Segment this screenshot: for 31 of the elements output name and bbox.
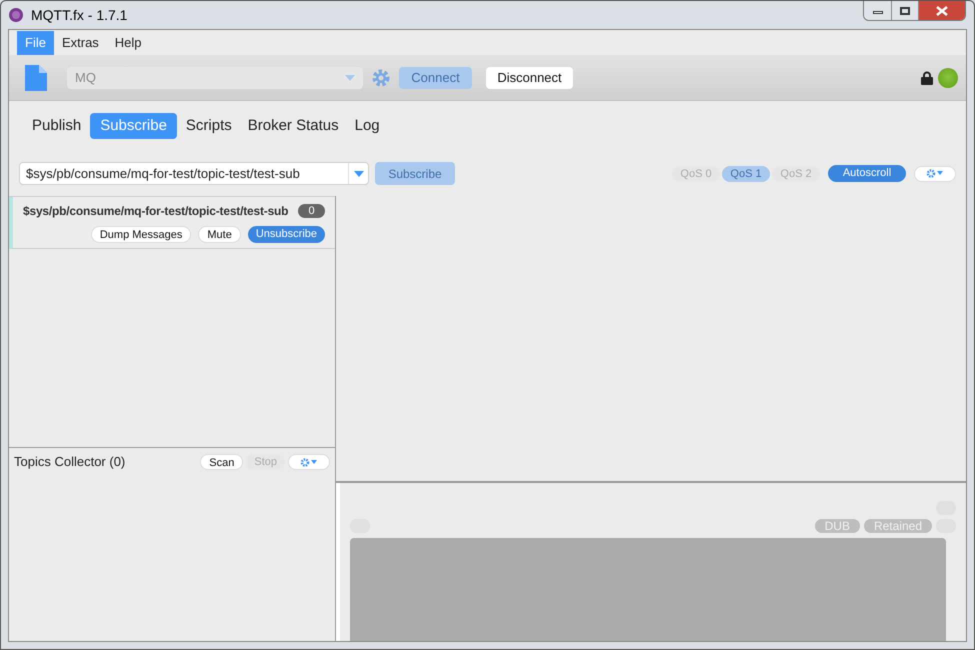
gear-dropdown-icon xyxy=(926,169,944,178)
close-icon xyxy=(936,6,948,16)
tab[interactable]: Publish xyxy=(25,113,88,139)
subscription-item[interactable]: $sys/pb/consume/mq-for-test/topic-test/test-sub 0 Dump Messages Mute Unsubscribe xyxy=(9,197,335,249)
options-menu-button[interactable] xyxy=(288,454,330,470)
dropdown-arrow-icon xyxy=(345,74,355,80)
tab[interactable]: Log xyxy=(348,113,387,139)
disconnect-button[interactable]: Disconnect xyxy=(486,66,573,88)
menu-item[interactable]: Extras xyxy=(54,30,107,54)
subscription-action-button[interactable]: Unsubscribe xyxy=(248,226,325,243)
settings-icon[interactable] xyxy=(371,68,391,88)
minimize-button[interactable] xyxy=(864,1,892,20)
gear-dropdown-icon xyxy=(300,458,318,466)
maximize-button[interactable] xyxy=(892,1,919,20)
message-count-badge: 0 xyxy=(298,204,325,218)
collector-button[interactable]: Scan xyxy=(200,454,244,470)
close-button[interactable] xyxy=(919,1,965,20)
menu-item[interactable]: Help xyxy=(106,30,150,54)
file-icon[interactable] xyxy=(25,64,47,90)
dropdown-arrow-icon xyxy=(354,170,364,176)
subscription-action-button[interactable]: Dump Messages xyxy=(90,226,192,243)
subscription-topic: $sys/pb/consume/mq-for-test/topic-test/test-sub xyxy=(23,203,288,220)
tab[interactable]: Broker Status xyxy=(240,113,346,139)
autoscroll-button[interactable]: Autoscroll xyxy=(828,165,906,182)
options-menu-button[interactable] xyxy=(914,166,956,182)
topics-collector-title: Topics Collector (0) xyxy=(14,453,126,472)
tab[interactable]: Scripts xyxy=(178,113,239,139)
window-title: MQTT.fx - 1.7.1 xyxy=(31,6,128,25)
subscription-action-button[interactable]: Mute xyxy=(198,226,241,243)
app-icon xyxy=(9,8,23,22)
topic-field[interactable]: $sys/pb/consume/mq-for-test/topic-test/test-sub xyxy=(19,162,369,185)
